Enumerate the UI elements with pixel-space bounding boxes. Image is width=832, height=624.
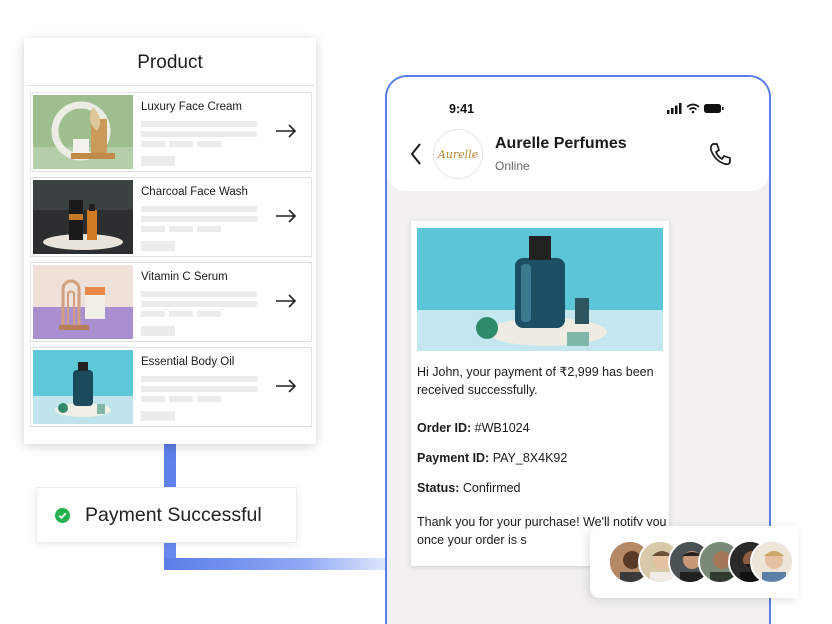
serum-image: [33, 265, 133, 339]
message-payment-text: Hi John, your payment of ₹2,999 has been…: [417, 365, 654, 397]
placeholder-line: [141, 131, 257, 137]
placeholder-chip: [169, 141, 193, 147]
placeholder-line: [141, 376, 257, 382]
product-name: Luxury Face Cream: [141, 101, 242, 113]
body-oil-image: [33, 350, 133, 424]
placeholder-chip: [141, 226, 165, 232]
placeholder-line: [141, 291, 257, 297]
product-item-face-cream[interactable]: Luxury Face Cream: [30, 92, 312, 172]
chat-header: 9:41 Aurelle Aurelle Perfumes Online: [387, 77, 769, 191]
message-payment-id: Payment ID: PAY_8X4K92: [417, 449, 667, 467]
arrow-right-icon[interactable]: [275, 208, 297, 224]
placeholder-price: [141, 241, 175, 251]
arrow-right-icon[interactable]: [275, 378, 297, 394]
product-item-face-wash[interactable]: Charcoal Face Wash: [30, 177, 312, 257]
placeholder-chip: [141, 311, 165, 317]
placeholder-chip: [141, 396, 165, 402]
product-item-body-oil[interactable]: Essential Body Oil: [30, 347, 312, 427]
placeholder-chip: [169, 311, 193, 317]
placeholder-price: [141, 326, 175, 336]
message-status: Status: Confirmed: [417, 479, 667, 497]
arrow-right-icon[interactable]: [275, 123, 297, 139]
product-name: Vitamin C Serum: [141, 271, 228, 283]
phone-call-icon[interactable]: [707, 141, 733, 167]
brand-logo: Aurelle: [433, 129, 483, 179]
perfume-image: [417, 228, 663, 351]
placeholder-chip: [169, 226, 193, 232]
arrow-right-icon[interactable]: [275, 293, 297, 309]
product-item-serum[interactable]: Vitamin C Serum: [30, 262, 312, 342]
placeholder-line: [141, 121, 257, 127]
message-bubble: Hi John, your payment of ₹2,999 has been…: [411, 221, 669, 566]
order-id-label: Order ID:: [417, 421, 472, 435]
placeholder-chip: [197, 396, 221, 402]
placeholder-line: [141, 206, 257, 212]
payment-id-label: Payment ID:: [417, 451, 490, 465]
product-panel: Product Luxury Face Cream Charcoal Face …: [24, 38, 316, 444]
product-panel-title: Product: [26, 40, 314, 86]
face-cream-image: [33, 95, 133, 169]
placeholder-chip: [197, 311, 221, 317]
avatar-group: [590, 526, 798, 598]
status-value: Confirmed: [459, 481, 521, 495]
product-name: Essential Body Oil: [141, 356, 235, 368]
placeholder-price: [141, 156, 175, 166]
placeholder-line: [141, 216, 257, 222]
payment-id-value: PAY_8X4K92: [489, 451, 568, 465]
message-order-id: Order ID: #WB1024: [417, 419, 667, 437]
placeholder-chip: [197, 226, 221, 232]
placeholder-chip: [197, 141, 221, 147]
face-wash-image: [33, 180, 133, 254]
check-circle-icon: [55, 507, 70, 523]
contact-name: Aurelle Perfumes: [495, 135, 627, 152]
status-bar-icons: [667, 103, 724, 114]
avatar: [750, 540, 794, 584]
payment-status-card: Payment Successful: [36, 487, 297, 543]
product-name: Charcoal Face Wash: [141, 186, 248, 198]
brand-logo-text: Aurelle: [437, 147, 479, 161]
product-list: Luxury Face Cream Charcoal Face Wash Vit…: [30, 92, 312, 432]
status-label: Status:: [417, 481, 460, 495]
placeholder-price: [141, 411, 175, 421]
placeholder-chip: [169, 396, 193, 402]
payment-status-label: Payment Successful: [85, 503, 262, 526]
order-id-value: #WB1024: [471, 421, 530, 435]
placeholder-line: [141, 301, 257, 307]
placeholder-line: [141, 386, 257, 392]
back-chevron-icon[interactable]: [409, 141, 423, 167]
placeholder-chip: [141, 141, 165, 147]
contact-status: Online: [495, 159, 530, 173]
status-bar-time: 9:41: [449, 102, 475, 116]
connector-horizontal: [164, 558, 394, 570]
